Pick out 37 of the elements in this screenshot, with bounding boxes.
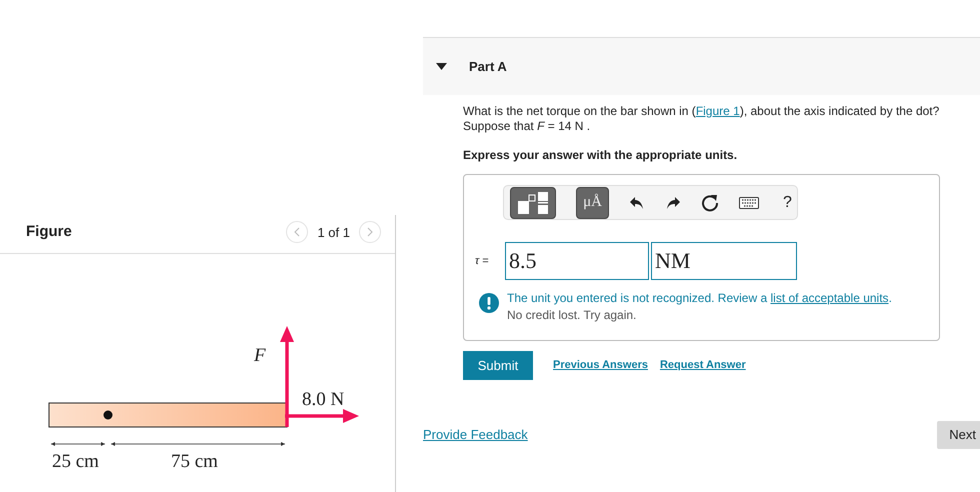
variable-label: τ = — [475, 254, 490, 269]
undo-icon[interactable] — [629, 196, 645, 210]
units-link[interactable]: list of acceptable units — [770, 291, 889, 305]
feedback-message: The unit you entered is not recognized. Review a list of acceptable units. — [507, 290, 892, 307]
chevron-right-icon — [367, 227, 373, 238]
length-label: 75 cm — [171, 450, 218, 472]
force-label: F — [254, 344, 266, 366]
answer-link[interactable]: Request Answer — [660, 357, 746, 374]
question-text: What is the net torque on the bar shown in (Figure 1), about the axis indicated by the dot? — [463, 104, 940, 119]
keyboard-icon[interactable] — [739, 196, 759, 208]
unit-field[interactable]: NM — [651, 242, 797, 280]
figure-link[interactable]: Figure 1 — [696, 104, 740, 118]
chevron-left-icon — [294, 227, 300, 238]
feedback-note: No credit lost. Try again. — [507, 307, 638, 324]
units-button[interactable]: μÅ — [576, 186, 609, 218]
submit-button[interactable]: Submit — [463, 351, 533, 380]
axis-dot — [104, 410, 112, 419]
caret-icon — [436, 63, 447, 70]
instruction-text: Express your answer with the appropriate units. — [463, 147, 738, 164]
page-counter: 1 of 1 — [317, 224, 350, 242]
templates-icon — [516, 192, 550, 214]
part-header[interactable]: Part A — [423, 38, 980, 95]
help-button[interactable]: ? — [779, 190, 796, 214]
answer-link[interactable]: Previous Answers — [553, 357, 648, 374]
force-label: 8.0 N — [302, 388, 344, 410]
given-text: Suppose that F = 14 N . — [463, 119, 592, 134]
value-field[interactable]: 8.5 — [505, 242, 649, 280]
length-label: 25 cm — [52, 450, 99, 472]
dimension-line — [50, 442, 106, 446]
provide-feedback-link[interactable]: Provide Feedback — [423, 425, 528, 445]
part-title: Part A — [469, 58, 507, 76]
next-button[interactable]: Next — [937, 421, 980, 449]
warning-icon — [479, 293, 499, 313]
templates-button[interactable] — [510, 186, 556, 218]
figure-title: Figure — [26, 222, 72, 242]
reset-icon[interactable] — [701, 194, 719, 212]
redo-icon[interactable] — [665, 196, 681, 210]
